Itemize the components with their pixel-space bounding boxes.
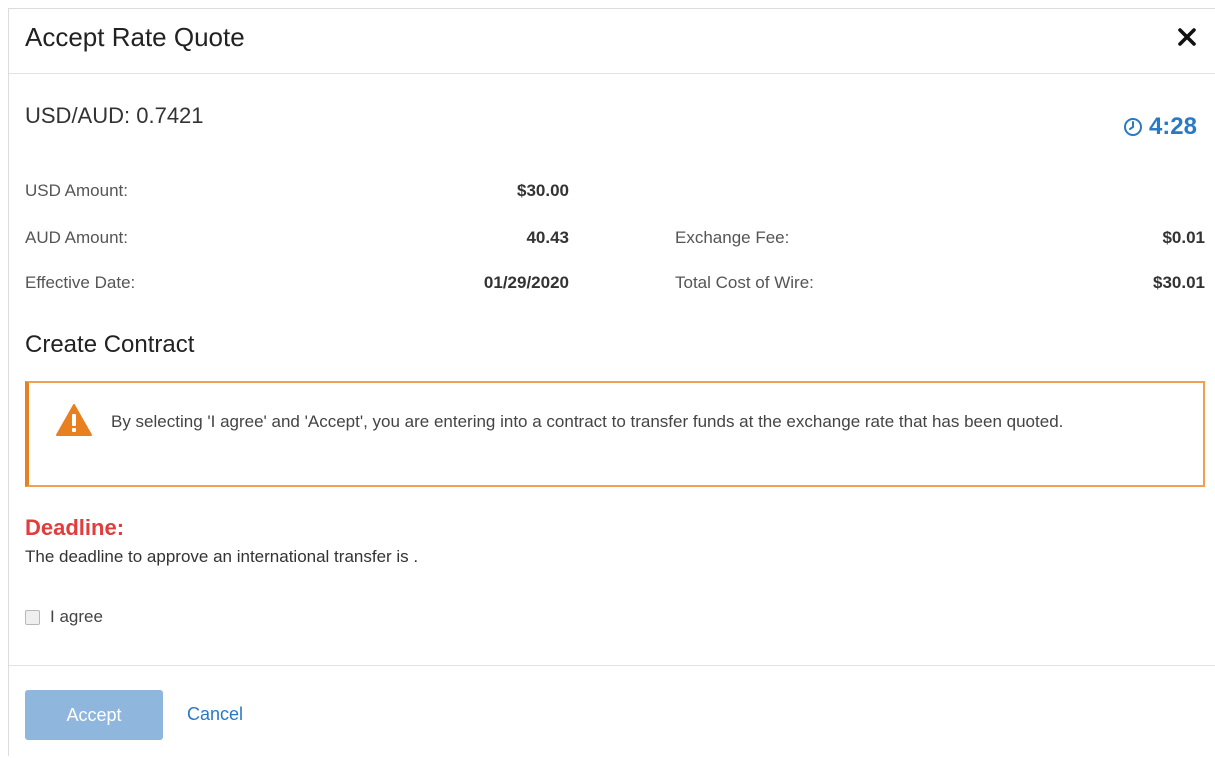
exchange-fee-label: Exchange Fee:	[675, 228, 790, 247]
rate-quote-dialog: Accept Rate Quote USD/AUD: 0.7421 4:28 U…	[8, 8, 1215, 756]
detail-row-date: Effective Date: 01/29/2020 Total Cost of…	[25, 273, 1205, 295]
usd-amount-value: $30.00	[517, 181, 569, 200]
deadline-text: The deadline to approve an international…	[25, 547, 419, 566]
contract-warning-alert: By selecting 'I agree' and 'Accept', you…	[25, 381, 1205, 487]
warning-icon	[56, 404, 92, 436]
total-cost-label: Total Cost of Wire:	[675, 273, 814, 292]
agree-label: I agree	[50, 607, 103, 626]
create-contract-title: Create Contract	[25, 331, 195, 358]
close-button[interactable]	[1173, 23, 1201, 51]
exchange-fee-value: $0.01	[1162, 228, 1205, 247]
usd-amount-label: USD Amount:	[25, 181, 128, 200]
close-icon	[1178, 28, 1196, 46]
dialog-title: Accept Rate Quote	[25, 22, 245, 52]
detail-row-usd: USD Amount: $30.00	[25, 181, 1205, 203]
dialog-header: Accept Rate Quote	[9, 9, 1215, 74]
accept-button[interactable]: Accept	[25, 690, 163, 740]
effective-date-label: Effective Date:	[25, 273, 136, 292]
total-cost-value: $30.01	[1153, 273, 1205, 292]
aud-amount-label: AUD Amount:	[25, 228, 128, 247]
effective-date-value: 01/29/2020	[483, 273, 569, 292]
exchange-rate: USD/AUD: 0.7421	[25, 103, 204, 128]
timer-value: 4:28	[1148, 113, 1197, 140]
cancel-link[interactable]: Cancel	[187, 704, 243, 725]
deadline-title: Deadline:	[25, 515, 125, 540]
agree-checkbox[interactable]	[25, 609, 40, 625]
agree-option[interactable]: I agree	[25, 607, 103, 627]
aud-amount-value: 40.43	[526, 228, 569, 247]
warning-text: By selecting 'I agree' and 'Accept', you…	[111, 412, 1064, 431]
quote-timer: 4:28	[1123, 113, 1197, 141]
detail-row-aud: AUD Amount: 40.43 Exchange Fee: $0.01	[25, 228, 1205, 250]
dialog-footer: Accept Cancel	[9, 665, 1215, 758]
clock-icon	[1123, 118, 1142, 136]
